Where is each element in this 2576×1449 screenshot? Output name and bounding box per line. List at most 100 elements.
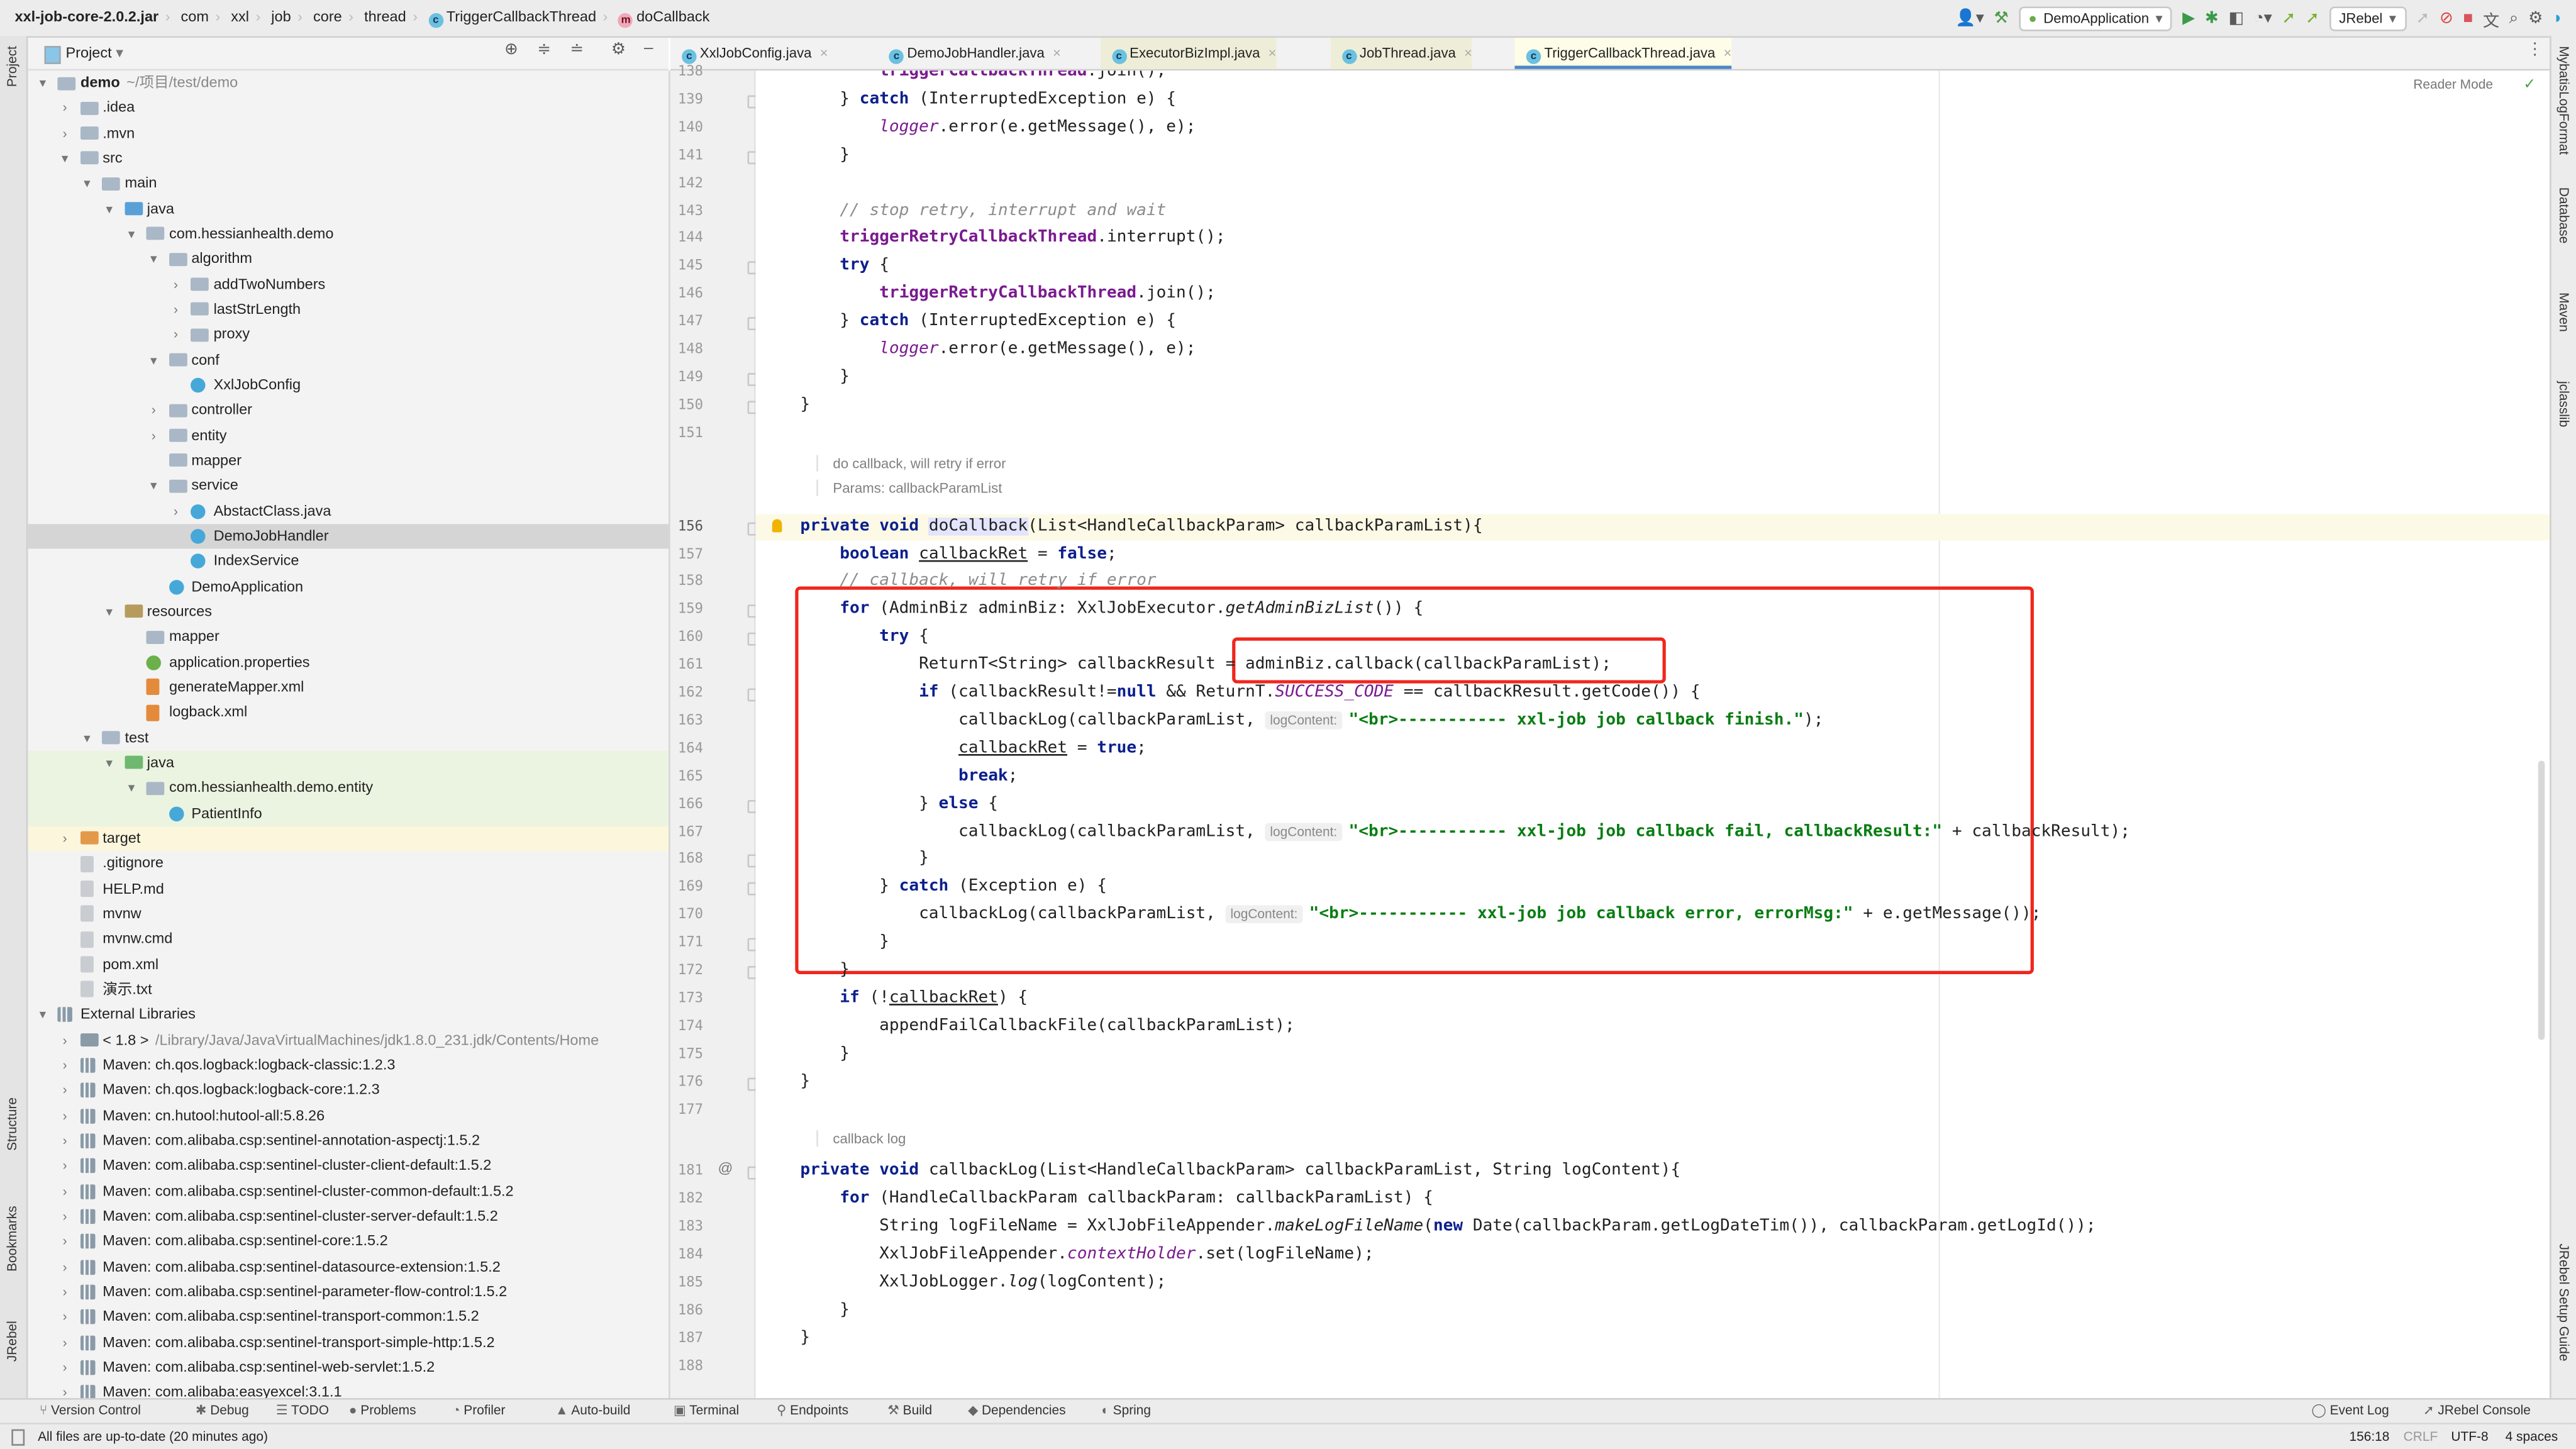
breadcrumb-class[interactable]: TriggerCallbackThread <box>447 8 596 25</box>
tool-project[interactable]: Project <box>5 46 20 87</box>
chevron-right-icon[interactable]: › <box>57 1229 73 1254</box>
chevron-right-icon[interactable]: › <box>57 121 73 146</box>
chevron-down-icon[interactable]: ▾ <box>101 751 118 776</box>
tool-debug[interactable]: ✱ Debug <box>196 1403 249 1418</box>
tool-mybatis-log[interactable]: MybatisLogFormat <box>2557 46 2572 155</box>
chevron-down-icon[interactable]: ▾ <box>123 776 140 801</box>
attach-debugger-icon[interactable]: ⊘ <box>2440 9 2453 27</box>
tree-item[interactable]: › Maven: com.alibaba.csp:sentinel-annotat… <box>28 1128 669 1153</box>
tool-build[interactable]: ⚒ Build <box>887 1403 932 1418</box>
tool-auto-build[interactable]: ▲ Auto-build <box>555 1403 630 1418</box>
code-editor[interactable]: Reader Mode ✓ triggerCallbackThread.join… <box>755 70 2550 1398</box>
jrebel-config-select[interactable]: JRebel ▾ <box>2329 6 2406 31</box>
tree-item[interactable]: › Maven: com.alibaba.csp:sentinel-transpo… <box>28 1304 669 1330</box>
run-icon[interactable]: ▶ <box>2182 9 2195 27</box>
breadcrumb-thread[interactable]: thread <box>364 8 406 25</box>
tool-profiler[interactable]: ◔ Profiler <box>452 1403 506 1418</box>
translate-icon[interactable]: 文 <box>2483 6 2499 31</box>
collapse-all-icon[interactable]: ≐ <box>570 41 584 59</box>
tool-database[interactable]: Database <box>2557 187 2572 243</box>
close-icon[interactable]: × <box>1723 45 1731 61</box>
chevron-right-icon[interactable]: › <box>57 1153 73 1179</box>
search-icon[interactable]: ⌕ <box>2509 9 2519 27</box>
code-with-me-icon[interactable]: ◗ <box>2553 9 2563 27</box>
tool-dependencies[interactable]: ◆ Dependencies <box>968 1403 1066 1418</box>
breadcrumb-jar[interactable]: xxl-job-core-2.0.2.jar <box>15 8 159 25</box>
tree-item[interactable]: › addTwoNumbers <box>28 272 669 297</box>
breadcrumb-xxl[interactable]: xxl <box>231 8 249 25</box>
close-icon[interactable]: × <box>1464 45 1472 61</box>
tool-todo[interactable]: ☰ TODO <box>276 1403 329 1418</box>
chevron-right-icon[interactable]: › <box>57 1304 73 1330</box>
tree-item[interactable]: generateMapper.xml <box>28 675 669 700</box>
tree-item[interactable]: 演示.txt <box>28 977 669 1002</box>
indent-setting[interactable]: 4 spaces <box>2506 1430 2558 1445</box>
tree-item[interactable]: ▾ service <box>28 474 669 499</box>
tree-item[interactable]: › Maven: com.alibaba.csp:sentinel-core:1.… <box>28 1229 669 1254</box>
chevron-right-icon[interactable]: › <box>57 1204 73 1229</box>
tree-item[interactable]: › Maven: com.alibaba.csp:sentinel-cluster… <box>28 1179 669 1204</box>
tree-item[interactable]: mapper <box>28 448 669 474</box>
build-hammer-icon[interactable]: ⚒ <box>1994 9 2009 27</box>
tree-item[interactable]: › Maven: com.alibaba:easyexcel:3.1.1 <box>28 1380 669 1398</box>
tree-item[interactable]: › Maven: com.alibaba.csp:sentinel-transpo… <box>28 1330 669 1355</box>
tool-version-control[interactable]: ⑂ Version Control <box>40 1403 141 1418</box>
tool-spring[interactable]: ◐ Spring <box>1101 1403 1151 1418</box>
tree-item[interactable]: › proxy <box>28 323 669 348</box>
chevron-right-icon[interactable]: › <box>167 499 184 524</box>
tree-item[interactable]: ▾ test <box>28 725 669 750</box>
caret-position[interactable]: 156:18 <box>2349 1430 2389 1445</box>
tree-item[interactable]: ▾ src <box>28 146 669 171</box>
intention-bulb-icon[interactable] <box>772 518 782 532</box>
chevron-right-icon[interactable]: › <box>57 1053 73 1078</box>
tab-executorbizimpl[interactable]: c ExecutorBizImpl.java × <box>1100 38 1277 69</box>
chevron-down-icon[interactable]: ▾ <box>123 222 140 247</box>
tree-item[interactable]: › Maven: ch.qos.logback:logback-core:1.2.… <box>28 1078 669 1103</box>
tree-item[interactable]: › < 1.8 > /Library/Java/JavaVirtualMachine… <box>28 1028 669 1053</box>
tree-item[interactable]: IndexService <box>28 549 669 574</box>
chevron-right-icon[interactable]: › <box>57 1028 73 1053</box>
tree-item[interactable]: › Maven: com.alibaba.csp:sentinel-datasou… <box>28 1254 669 1279</box>
tree-item[interactable]: PatientInfo <box>28 801 669 826</box>
tree-item[interactable]: pom.xml <box>28 952 669 977</box>
tree-item[interactable]: ▾ java <box>28 197 669 222</box>
tree-item[interactable]: ▾ com.hessianhealth.demo <box>28 222 669 247</box>
tool-jclasslib[interactable]: jclasslib <box>2557 381 2572 427</box>
user-icon[interactable]: 👤▾ <box>1955 9 1984 27</box>
tool-terminal[interactable]: ▣ Terminal <box>674 1403 739 1418</box>
close-icon[interactable]: × <box>820 45 828 61</box>
chevron-down-icon[interactable]: ▾ <box>101 197 118 222</box>
expand-all-icon[interactable]: ≑ <box>537 41 551 59</box>
tab-triggercallbackthread[interactable]: c TriggerCallbackThread.java × <box>1514 38 1732 69</box>
tree-item[interactable]: .gitignore <box>28 852 669 877</box>
chevron-down-icon[interactable]: ▾ <box>35 1002 51 1028</box>
tree-item[interactable]: DemoApplication <box>28 574 669 599</box>
gear-icon[interactable]: ⚙ <box>2528 9 2543 27</box>
tree-item[interactable]: › Maven: com.alibaba.csp:sentinel-web-ser… <box>28 1355 669 1380</box>
chevron-right-icon[interactable]: › <box>57 1179 73 1204</box>
chevron-down-icon[interactable]: ▾ <box>145 348 162 373</box>
tree-item[interactable]: › Maven: ch.qos.logback:logback-classic:1… <box>28 1053 669 1078</box>
chevron-right-icon[interactable]: › <box>57 1380 73 1397</box>
tab-jobthread[interactable]: c JobThread.java × <box>1330 38 1472 69</box>
tree-item[interactable]: › controller <box>28 398 669 423</box>
chevron-right-icon[interactable]: › <box>57 1103 73 1128</box>
tree-item[interactable]: ▾ demo ~/项目/test/demo <box>28 70 669 96</box>
chevron-right-icon[interactable]: › <box>57 1330 73 1355</box>
tool-endpoints[interactable]: ⚲ Endpoints <box>777 1403 848 1418</box>
run-config-select[interactable]: ● DemoApplication ▾ <box>2018 6 2173 31</box>
tree-item[interactable]: mvnw.cmd <box>28 927 669 952</box>
chevron-right-icon[interactable]: › <box>57 96 73 121</box>
breadcrumb-com[interactable]: com <box>181 8 209 25</box>
tool-problems[interactable]: ● Problems <box>349 1403 416 1418</box>
tree-item[interactable]: › Maven: cn.hutool:hutool-all:5.8.26 <box>28 1103 669 1128</box>
tree-item[interactable]: › Maven: com.alibaba.csp:sentinel-paramet… <box>28 1279 669 1304</box>
tool-jrebel-setup[interactable]: JRebel Setup Guide <box>2557 1243 2572 1361</box>
status-toggle-icon[interactable] <box>11 1429 25 1446</box>
locate-icon[interactable]: ⊕ <box>504 41 518 59</box>
gear-icon[interactable]: ⚙ <box>611 41 626 59</box>
chevron-down-icon[interactable]: ▾ <box>145 474 162 499</box>
chevron-down-icon[interactable]: ▾ <box>35 70 51 96</box>
chevron-right-icon[interactable]: › <box>57 1078 73 1103</box>
tab-demojobhandler[interactable]: c DemoJobHandler.java × <box>877 38 1061 69</box>
